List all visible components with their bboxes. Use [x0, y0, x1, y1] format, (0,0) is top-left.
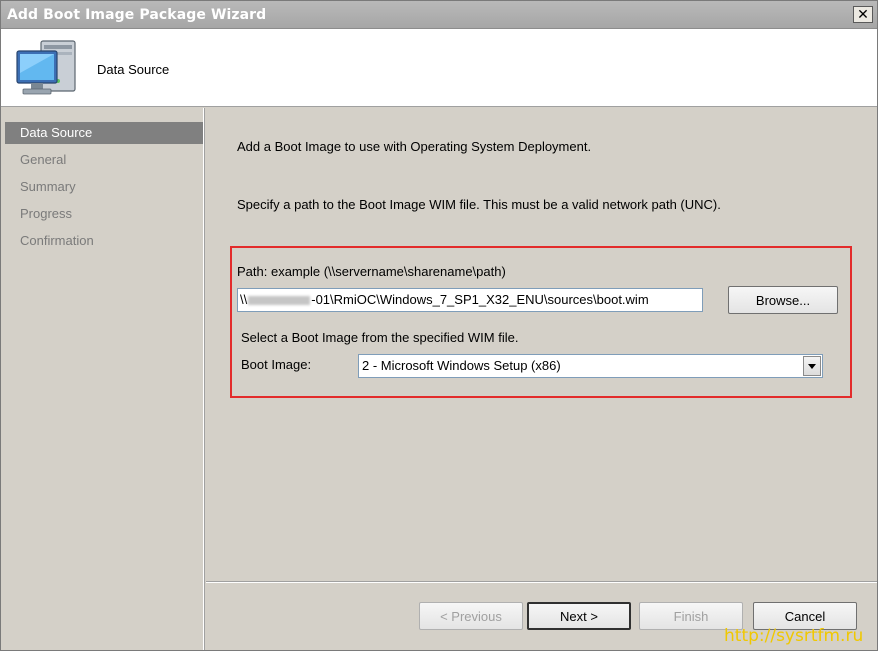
select-hint-text: Select a Boot Image from the specified W…: [241, 330, 519, 345]
title-bar[interactable]: Add Boot Image Package Wizard ✕: [1, 1, 877, 29]
boot-image-label: Boot Image:: [241, 357, 312, 372]
path-label: Path: example (\\servername\sharename\pa…: [237, 264, 506, 279]
path-input[interactable]: \\ -01\RmiOC\Windows_7_SP1_X32_ENU\source…: [237, 288, 703, 312]
wizard-window: Add Boot Image Package Wizard ✕ Data Sou…: [0, 0, 878, 651]
sidebar-item-confirmation[interactable]: Confirmation: [5, 230, 203, 252]
boot-image-select[interactable]: 2 - Microsoft Windows Setup (x86): [358, 354, 823, 378]
instruction-text: Specify a path to the Boot Image WIM fil…: [237, 197, 721, 212]
path-prefix: \\: [240, 292, 248, 307]
path-suffix: -01\RmiOC\Windows_7_SP1_X32_ENU\sources\…: [311, 292, 649, 307]
redacted-server-name: [248, 296, 311, 306]
sidebar-item-data-source[interactable]: Data Source: [5, 122, 203, 144]
footer-divider: [206, 581, 877, 583]
previous-button[interactable]: < Previous: [419, 602, 523, 630]
window-title: Add Boot Image Package Wizard: [7, 7, 267, 23]
wizard-sidebar: Data Source General Summary Progress Con…: [1, 108, 204, 650]
header-title: Data Source: [97, 62, 170, 77]
next-button[interactable]: Next >: [527, 602, 631, 630]
computer-icon: [16, 40, 76, 95]
wizard-header: Data Source: [1, 29, 877, 107]
watermark-text: http://sysrtfm.ru: [724, 626, 864, 646]
dropdown-arrow-button[interactable]: [803, 356, 821, 376]
sidebar-item-progress[interactable]: Progress: [5, 203, 203, 225]
intro-text: Add a Boot Image to use with Operating S…: [237, 139, 592, 154]
boot-image-selected-value: 2 - Microsoft Windows Setup (x86): [362, 358, 561, 373]
close-button[interactable]: ✕: [853, 6, 873, 23]
chevron-down-icon: [808, 363, 816, 369]
sidebar-item-general[interactable]: General: [5, 149, 203, 171]
close-icon: ✕: [857, 6, 869, 23]
browse-button[interactable]: Browse...: [728, 286, 838, 314]
sidebar-item-summary[interactable]: Summary: [5, 176, 203, 198]
